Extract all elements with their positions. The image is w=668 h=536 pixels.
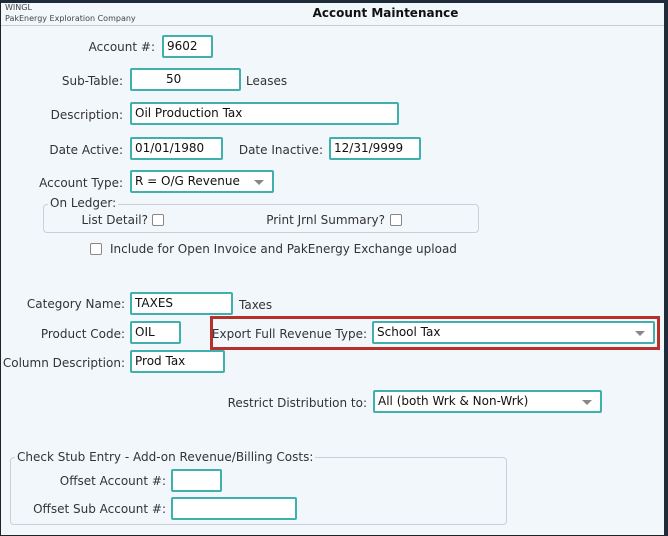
sub-table-input[interactable]: 50 [130, 68, 241, 91]
category-name-label: Category Name: [26, 297, 125, 311]
offset-account-input[interactable] [171, 469, 222, 492]
on-ledger-legend: On Ledger: [48, 196, 119, 210]
export-full-revenue-type-value: School Tax [377, 325, 441, 339]
account-type-label: Account Type: [39, 176, 123, 190]
date-inactive-label: Date Inactive: [238, 143, 323, 157]
export-full-revenue-type-select[interactable]: School Tax [372, 321, 655, 344]
column-description-label: Column Description: [2, 356, 125, 370]
restrict-distribution-label: Restrict Distribution to: [227, 396, 367, 410]
list-detail-label: List Detail? [81, 213, 148, 227]
offset-account-label: Offset Account #: [59, 474, 166, 488]
product-code-label: Product Code: [40, 327, 125, 341]
include-open-invoice-checkbox[interactable] [90, 243, 102, 255]
date-active-input[interactable]: 01/01/1980 [130, 137, 223, 160]
date-inactive-input[interactable]: 12/31/9999 [329, 137, 421, 160]
print-jrnl-summary-checkbox[interactable] [390, 214, 402, 226]
sub-table-label: Sub-Table: [61, 74, 123, 88]
account-type-select[interactable]: R = O/G Revenue [130, 170, 274, 193]
window-edge [664, 0, 668, 536]
description-input[interactable]: Oil Production Tax [130, 102, 399, 125]
list-detail-checkbox[interactable] [152, 214, 164, 226]
sub-table-description: Leases [246, 74, 288, 88]
description-label: Description: [50, 108, 123, 122]
restrict-distribution-select[interactable]: All (both Wrk & Non-Wrk) [373, 390, 602, 413]
check-stub-legend: Check Stub Entry - Add-on Revenue/Billin… [15, 450, 316, 464]
category-name-description: Taxes [239, 298, 273, 312]
offset-sub-account-input[interactable] [171, 497, 297, 520]
chevron-down-icon [635, 331, 645, 336]
offset-sub-account-label: Offset Sub Account #: [33, 502, 166, 516]
category-name-input[interactable]: TAXES [130, 292, 233, 315]
account-type-value: R = O/G Revenue [135, 174, 240, 188]
page-title: Account Maintenance [312, 6, 459, 20]
column-description-input[interactable]: Prod Tax [130, 350, 225, 373]
export-full-revenue-type-label: Export Full Revenue Type: [211, 327, 367, 341]
product-code-input[interactable]: OIL [130, 321, 181, 344]
restrict-distribution-value: All (both Wrk & Non-Wrk) [378, 394, 529, 408]
print-jrnl-summary-label: Print Jrnl Summary? [266, 213, 385, 227]
include-open-invoice-label: Include for Open Invoice and PakEnergy E… [110, 242, 457, 256]
chevron-down-icon [582, 400, 592, 405]
account-number-label: Account #: [88, 40, 155, 54]
chevron-down-icon [254, 180, 264, 185]
account-number-input[interactable]: 9602 [162, 35, 213, 58]
date-active-label: Date Active: [49, 143, 123, 157]
header: WINGL PakEnergy Exploration Company Acco… [1, 3, 664, 26]
